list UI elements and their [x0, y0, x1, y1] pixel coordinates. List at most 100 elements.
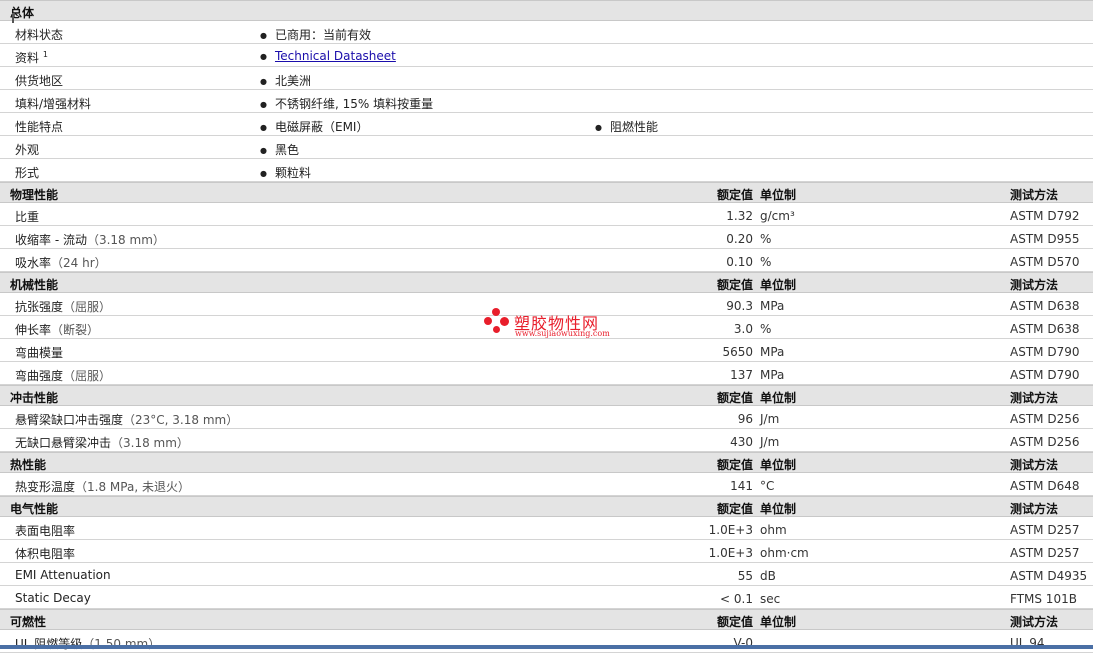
- property-unit: ohm·cm: [760, 546, 809, 560]
- property-unit: MPa: [760, 345, 785, 359]
- header-method: 测试方法: [1010, 502, 1059, 516]
- row-label: 填料/增强材料: [15, 97, 92, 111]
- property-unit: %: [760, 232, 772, 246]
- header-method: 测试方法: [1010, 188, 1059, 202]
- section-title: 物理性能: [10, 188, 59, 202]
- test-method: ASTM D257: [1010, 546, 1080, 560]
- property-row: EMI Attenuation 55 dB ASTM D4935: [0, 563, 1093, 586]
- section-header: 物理性能 额定值 单位制 测试方法: [0, 182, 1093, 203]
- general-row: 供货地区 北美洲: [0, 67, 1093, 90]
- property-label: 吸水率（24 hr）: [15, 256, 107, 270]
- property-unit: dB: [760, 569, 776, 583]
- test-method: ASTM D955: [1010, 232, 1080, 246]
- property-value: 141: [730, 479, 753, 493]
- property-value: 55: [737, 569, 753, 583]
- header-method: 测试方法: [1010, 458, 1059, 472]
- section-header: 电气性能 额定值 单位制 测试方法: [0, 496, 1093, 517]
- property-row: 无缺口悬臂梁冲击（3.18 mm） 430 J/m ASTM D256: [0, 429, 1093, 452]
- row-label: 供货地区: [15, 74, 64, 88]
- property-row: 比重 1.32 g/cm³ ASTM D792: [0, 203, 1093, 226]
- property-row: 体积电阻率 1.0E+3 ohm·cm ASTM D257: [0, 540, 1093, 563]
- property-value: 137: [730, 368, 753, 382]
- test-method: ASTM D257: [1010, 523, 1080, 537]
- property-row: 弯曲强度（屈服） 137 MPa ASTM D790: [0, 362, 1093, 385]
- general-row: 填料/增强材料 不锈钢纤维, 15% 填料按重量: [0, 90, 1093, 113]
- property-label: UL 阻燃等级（1.50 mm）: [15, 637, 161, 651]
- property-label: 体积电阻率: [15, 547, 76, 561]
- section-title: 机械性能: [10, 278, 59, 292]
- section-header: 热性能 额定值 单位制 测试方法: [0, 452, 1093, 473]
- property-value: 96: [737, 412, 753, 426]
- header-method: 测试方法: [1010, 278, 1059, 292]
- test-method: ASTM D648: [1010, 479, 1080, 493]
- section-title: 可燃性: [10, 615, 47, 629]
- property-row: Static Decay < 0.1 sec FTMS 101B: [0, 586, 1093, 609]
- row-label: 资料 1: [15, 50, 48, 65]
- property-unit: %: [760, 322, 772, 336]
- general-row: 外观 黑色: [0, 136, 1093, 159]
- row-value: 电磁屏蔽（EMI）: [260, 118, 368, 135]
- property-label: 弯曲强度（屈服）: [15, 369, 112, 383]
- property-label: 收缩率 - 流动（3.18 mm）: [15, 233, 165, 247]
- header-unit: 单位制: [760, 391, 797, 405]
- header-value: 额定值: [716, 188, 753, 202]
- general-row: 材料状态 已商用：当前有效: [0, 21, 1093, 44]
- header-value: 额定值: [716, 615, 753, 629]
- property-value: 0.10: [726, 255, 753, 269]
- property-label: 弯曲模量: [15, 346, 64, 360]
- section-title: 冲击性能: [10, 391, 59, 405]
- row-value: 黑色: [260, 141, 299, 158]
- property-value: < 0.1: [720, 592, 753, 606]
- property-unit: J/m: [760, 435, 780, 449]
- header-method: 测试方法: [1010, 615, 1059, 629]
- section-header: 可燃性 额定值 单位制 测试方法: [0, 609, 1093, 630]
- property-unit: g/cm³: [760, 209, 795, 223]
- row-value: 阻燃性能: [595, 118, 658, 135]
- property-row: 弯曲模量 5650 MPa ASTM D790: [0, 339, 1093, 362]
- general-row: 形式 颗粒料: [0, 159, 1093, 182]
- property-label: 热变形温度（1.8 MPa, 未退火）: [15, 480, 190, 494]
- property-row: 收缩率 - 流动（3.18 mm） 0.20% ASTM D955: [0, 226, 1093, 249]
- property-label: 表面电阻率: [15, 524, 76, 538]
- property-value: 3.0: [733, 322, 753, 336]
- test-method: ASTM D4935: [1010, 569, 1088, 583]
- property-label: 比重: [15, 210, 40, 224]
- property-row: 吸水率（24 hr） 0.10% ASTM D570: [0, 249, 1093, 272]
- row-value: 北美洲: [260, 72, 311, 89]
- technical-datasheet-link-item: Technical Datasheet: [260, 49, 396, 63]
- property-value: 90.3: [726, 299, 753, 313]
- property-row: 悬臂梁缺口冲击强度（23°C, 3.18 mm） 96 J/m ASTM D256: [0, 406, 1093, 429]
- section-title: 电气性能: [10, 502, 59, 516]
- test-method: ASTM D256: [1010, 435, 1080, 449]
- test-method: ASTM D790: [1010, 345, 1080, 359]
- test-method: ASTM D790: [1010, 368, 1080, 382]
- section-header: 冲击性能 额定值 单位制 测试方法: [0, 385, 1093, 406]
- row-label: 形式: [15, 166, 40, 180]
- property-label: 伸长率（断裂）: [15, 323, 100, 337]
- property-value: 0.20: [726, 232, 753, 246]
- row-label: 性能特点: [15, 120, 64, 134]
- test-method: ASTM D638: [1010, 299, 1080, 313]
- property-row: 热变形温度（1.8 MPa, 未退火） 141 °C ASTM D648: [0, 473, 1093, 496]
- text-cursor-icon: [12, 14, 14, 23]
- general-row: 性能特点 电磁屏蔽（EMI） 阻燃性能: [0, 113, 1093, 136]
- section-header-general: 总体: [0, 0, 1093, 21]
- header-value: 额定值: [716, 391, 753, 405]
- property-value: 1.0E+3: [708, 546, 753, 560]
- technical-datasheet-link[interactable]: Technical Datasheet: [275, 49, 396, 63]
- property-value: 5650: [722, 345, 753, 359]
- watermark-logo: 塑胶物性网 www.sujiaowuxing.com: [484, 308, 624, 342]
- row-value: 已商用：当前有效: [260, 26, 371, 43]
- property-label: 悬臂梁缺口冲击强度（23°C, 3.18 mm）: [15, 413, 239, 427]
- property-value: 1.0E+3: [708, 523, 753, 537]
- bottom-bar: [0, 645, 1093, 649]
- row-label: 材料状态: [15, 28, 64, 42]
- header-value: 额定值: [716, 458, 753, 472]
- property-value: 1.32: [726, 209, 753, 223]
- property-unit: ohm: [760, 523, 787, 537]
- property-sections: 物理性能 额定值 单位制 测试方法 比重 1.32 g/cm³ ASTM D792 收缩率 - …: [0, 182, 1093, 653]
- header-unit: 单位制: [760, 458, 797, 472]
- header-unit: 单位制: [760, 615, 797, 629]
- test-method: ASTM D570: [1010, 255, 1080, 269]
- property-value: 430: [730, 435, 753, 449]
